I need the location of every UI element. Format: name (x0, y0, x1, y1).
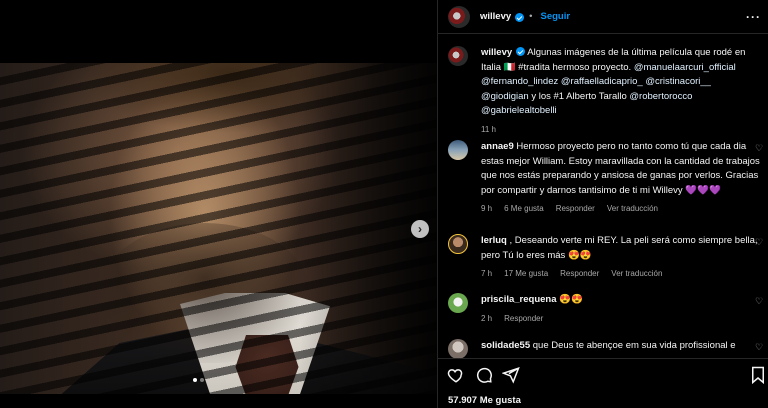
verified-badge-icon (516, 47, 526, 56)
reply-button[interactable]: Responder (560, 267, 599, 282)
heart-icon[interactable] (755, 342, 764, 354)
translate-button[interactable]: Ver traducción (607, 202, 658, 217)
caption-time: 11 h (481, 124, 496, 134)
comment-time: 9 h (481, 204, 493, 213)
comment-item: lerluq , Deseando verte mi REY. La peli … (448, 234, 766, 282)
comment-item: solidade55 que Deus te abençoe em sua vi… (448, 339, 766, 358)
reply-button[interactable]: Responder (504, 312, 543, 327)
post-photo[interactable] (0, 63, 437, 394)
header-username[interactable]: willevy (480, 11, 511, 22)
action-bar: 57.907 Me gusta (438, 358, 768, 408)
heart-icon[interactable] (446, 365, 466, 385)
heart-icon[interactable] (755, 237, 764, 249)
mention-link[interactable]: @gabrielealtobelli (481, 105, 557, 116)
avatar[interactable] (448, 339, 468, 358)
verified-badge-icon (515, 13, 525, 22)
post-header: willevy • Seguir ··· (438, 0, 768, 34)
more-dots-icon[interactable]: ··· (746, 10, 761, 24)
heart-icon[interactable] (755, 143, 764, 155)
comment-text: , Deseando verte mi REY. La peli será co… (481, 235, 758, 261)
heart-icon[interactable] (755, 296, 764, 308)
carousel-dot-active (193, 378, 197, 382)
comment-icon[interactable] (474, 365, 494, 385)
follow-button[interactable]: Seguir (541, 11, 571, 22)
comment-username[interactable]: lerluq (481, 235, 507, 246)
comment-item: priscila_requena 😍😍 2 h Responder (448, 293, 766, 326)
avatar[interactable] (448, 46, 468, 66)
comments-list: willevy Algunas imágenes de la última pe… (438, 34, 768, 358)
mention-link[interactable]: @robertorocco (629, 91, 692, 102)
carousel-dot (200, 378, 204, 382)
carousel-dots (193, 378, 204, 382)
mention-link[interactable]: @fernando_lindez @raffaelladicaprio_ @cr… (481, 76, 711, 87)
likes-count[interactable]: 57.907 Me gusta (448, 395, 521, 406)
caption-username[interactable]: willevy (481, 47, 512, 58)
avatar[interactable] (448, 140, 468, 160)
caption: willevy Algunas imágenes de la última pe… (448, 46, 766, 137)
comment-likes[interactable]: 17 Me gusta (504, 267, 548, 282)
comment-username[interactable]: priscila_requena (481, 294, 557, 305)
comment-likes[interactable]: 6 Me gusta (504, 202, 544, 217)
mention-link[interactable]: @giodigian (481, 91, 529, 102)
translate-button[interactable]: Ver traducción (611, 267, 662, 282)
comment-text: que Deus te abençoe em sua vida profissi… (532, 340, 736, 351)
avatar[interactable] (448, 5, 470, 28)
comment-text: Hermoso proyecto pero no tanto como tú q… (481, 141, 760, 196)
mention-link[interactable]: @manuelaarcuri_official (634, 62, 736, 73)
avatar[interactable] (448, 293, 468, 313)
comment-time: 2 h (481, 313, 493, 323)
reply-button[interactable]: Responder (556, 202, 595, 217)
caption-text: y los #1 Alberto Tarallo (531, 90, 627, 102)
avatar[interactable] (448, 234, 468, 254)
post-media: › (0, 0, 437, 408)
next-slide-button[interactable]: › (411, 220, 429, 238)
comment-username[interactable]: annae9 (481, 141, 514, 152)
bookmark-icon[interactable] (748, 365, 768, 385)
share-icon[interactable] (501, 365, 521, 385)
comment-username[interactable]: solidade55 (481, 340, 530, 351)
comment-item: annae9 Hermoso proyecto pero no tanto co… (448, 140, 766, 217)
comment-text: 😍😍 (559, 294, 583, 305)
post-panel: willevy • Seguir ··· willevy Algunas imá… (437, 0, 768, 408)
chevron-right-icon: › (418, 222, 422, 236)
comment-time: 7 h (481, 269, 493, 278)
